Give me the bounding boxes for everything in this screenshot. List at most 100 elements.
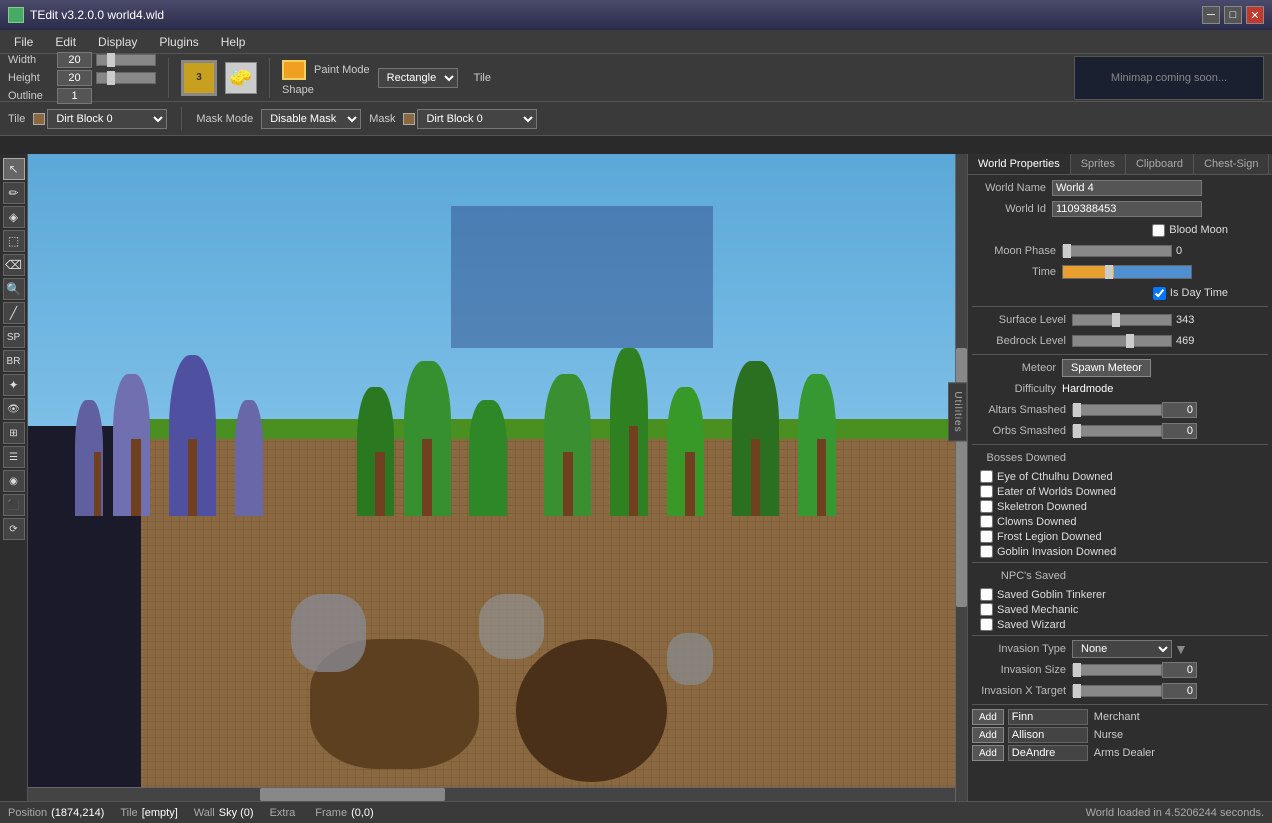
npc-mechanic-checkbox[interactable] — [980, 603, 993, 616]
moon-phase-slider[interactable] — [1062, 245, 1172, 257]
invasion-x-input[interactable] — [1162, 683, 1197, 699]
tile-toolbar: Tile Dirt Block 0 Mask Mode Disable Mask… — [0, 102, 1272, 136]
width-input[interactable] — [57, 52, 92, 68]
mask-mode-label: Mask Mode — [196, 113, 253, 125]
blood-moon-checkbox[interactable] — [1152, 224, 1165, 237]
eraser-icon[interactable]: 🧽 — [225, 62, 257, 94]
tool-wand[interactable]: ✦ — [3, 374, 25, 396]
shape-label: Shape — [282, 84, 314, 96]
status-tile: Tile [empty] — [120, 807, 177, 819]
invasion-size-input[interactable] — [1162, 662, 1197, 678]
invasion-size-slider[interactable] — [1072, 664, 1162, 676]
divider-6 — [972, 704, 1268, 705]
boss-eow-checkbox[interactable] — [980, 485, 993, 498]
surface-level-slider[interactable] — [1072, 314, 1172, 326]
tool-brush[interactable]: BR — [3, 350, 25, 372]
tool-eye[interactable]: 👁 — [3, 398, 25, 420]
bedrock-level-label: Bedrock Level — [972, 335, 1072, 347]
boss-eye-checkbox[interactable] — [980, 470, 993, 483]
boss-frost-checkbox[interactable] — [980, 530, 993, 543]
boss-skeletron-checkbox[interactable] — [980, 500, 993, 513]
close-button[interactable]: ✕ — [1246, 6, 1264, 24]
tool-eraser[interactable]: ⌫ — [3, 254, 25, 276]
menu-display[interactable]: Display — [88, 33, 147, 51]
tool-pencil[interactable]: ✏ — [3, 182, 25, 204]
world-name-input[interactable] — [1052, 180, 1202, 196]
npc-add-button-1[interactable]: Add — [972, 727, 1004, 743]
bedrock-level-value: 469 — [1176, 335, 1194, 347]
npc-add-button-0[interactable]: Add — [972, 709, 1004, 725]
minimap-text: Minimap coming soon... — [1111, 72, 1227, 84]
tool-fill[interactable]: ◈ — [3, 206, 25, 228]
is-day-time-checkbox[interactable] — [1153, 287, 1166, 300]
tab-sprites[interactable]: Sprites — [1071, 154, 1126, 174]
invasion-x-slider[interactable] — [1072, 685, 1162, 697]
tile-dropdown[interactable]: Dirt Block 0 — [47, 109, 167, 129]
npc-name-input-0[interactable] — [1008, 709, 1088, 725]
menu-help[interactable]: Help — [211, 33, 256, 51]
invasion-type-dropdown[interactable]: None Goblin Army Frost Legion — [1072, 640, 1172, 658]
mask-dropdown[interactable]: Dirt Block 0 — [417, 109, 537, 129]
invasion-type-row: Invasion Type None Goblin Army Frost Leg… — [972, 640, 1268, 658]
tool-special4[interactable]: ⬛ — [3, 494, 25, 516]
tool-spray[interactable]: SP — [3, 326, 25, 348]
boss-goblin-checkbox[interactable] — [980, 545, 993, 558]
tool-line[interactable]: ╱ — [3, 302, 25, 324]
surface-level-label: Surface Level — [972, 314, 1072, 326]
minimize-button[interactable]: ─ — [1202, 6, 1220, 24]
tab-chest-sign[interactable]: Chest-Sign — [1194, 154, 1269, 174]
boss-skeletron-label: Skeletron Downed — [997, 501, 1087, 513]
shape-dropdown[interactable]: Rectangle Ellipse — [378, 68, 458, 88]
npcs-saved-label: NPC's Saved — [972, 570, 1072, 582]
tool-morph[interactable]: ⟳ — [3, 518, 25, 540]
tab-clipboard[interactable]: Clipboard — [1126, 154, 1194, 174]
tile-status-label: Tile — [120, 807, 137, 819]
divider-4 — [972, 562, 1268, 563]
width-slider[interactable] — [96, 54, 156, 66]
npc-goblin-checkbox[interactable] — [980, 588, 993, 601]
boss-clowns-checkbox[interactable] — [980, 515, 993, 528]
boss-row-0: Eye of Cthulhu Downed — [980, 470, 1268, 483]
spawn-meteor-button[interactable]: Spawn Meteor — [1062, 359, 1151, 377]
bedrock-level-slider[interactable] — [1072, 335, 1172, 347]
npc-name-input-1[interactable] — [1008, 727, 1088, 743]
height-input[interactable] — [57, 70, 92, 86]
time-slider[interactable] — [1062, 265, 1192, 279]
altars-smashed-slider[interactable] — [1072, 404, 1162, 416]
maximize-button[interactable]: □ — [1224, 6, 1242, 24]
status-frame: Frame (0,0) — [315, 807, 373, 819]
menu-file[interactable]: File — [4, 33, 43, 51]
world-properties-content: World Name World Id Blood Moon Moon Phas… — [968, 175, 1272, 801]
outline-input[interactable] — [57, 88, 92, 104]
menu-plugins[interactable]: Plugins — [149, 33, 208, 51]
left-toolbar: ↖ ✏ ◈ ⬚ ⌫ 🔍 ╱ SP BR ✦ 👁 ⊞ ☰ ◉ ⬛ ⟳ — [0, 154, 28, 801]
tab-world-properties[interactable]: World Properties — [968, 154, 1071, 174]
invasion-x-row: Invasion X Target — [972, 682, 1268, 700]
height-slider[interactable] — [96, 72, 156, 84]
altars-smashed-input[interactable] — [1162, 402, 1197, 418]
tool-special1[interactable]: ⊞ — [3, 422, 25, 444]
world-id-input[interactable] — [1052, 201, 1202, 217]
npc-wizard-checkbox[interactable] — [980, 618, 993, 631]
wall-value: Sky (0) — [219, 807, 254, 819]
tool-special2[interactable]: ☰ — [3, 446, 25, 468]
npc-add-button-2[interactable]: Add — [972, 745, 1004, 761]
paint-mode-swatch[interactable] — [282, 60, 306, 80]
bedrock-level-row: Bedrock Level 469 — [972, 332, 1268, 350]
mask-mode-dropdown[interactable]: Disable Mask Enable Mask — [261, 109, 361, 129]
utilities-tab[interactable]: Utilities — [948, 382, 967, 441]
menu-edit[interactable]: Edit — [45, 33, 86, 51]
right-panel-tabs: World Properties Sprites Clipboard Chest… — [968, 154, 1272, 175]
tool-arrow[interactable]: ↖ — [3, 158, 25, 180]
tool-special3[interactable]: ◉ — [3, 470, 25, 492]
color-picker-button[interactable]: 3 — [181, 60, 217, 96]
tile-section-label: Tile — [8, 113, 25, 125]
tool-zoom[interactable]: 🔍 — [3, 278, 25, 300]
orbs-smashed-slider[interactable] — [1072, 425, 1162, 437]
surface-level-value: 343 — [1176, 314, 1194, 326]
npc-name-input-2[interactable] — [1008, 745, 1088, 761]
invasion-type-label: Invasion Type — [972, 643, 1072, 655]
tool-select[interactable]: ⬚ — [3, 230, 25, 252]
canvas-area[interactable] — [28, 154, 967, 801]
orbs-smashed-input[interactable] — [1162, 423, 1197, 439]
